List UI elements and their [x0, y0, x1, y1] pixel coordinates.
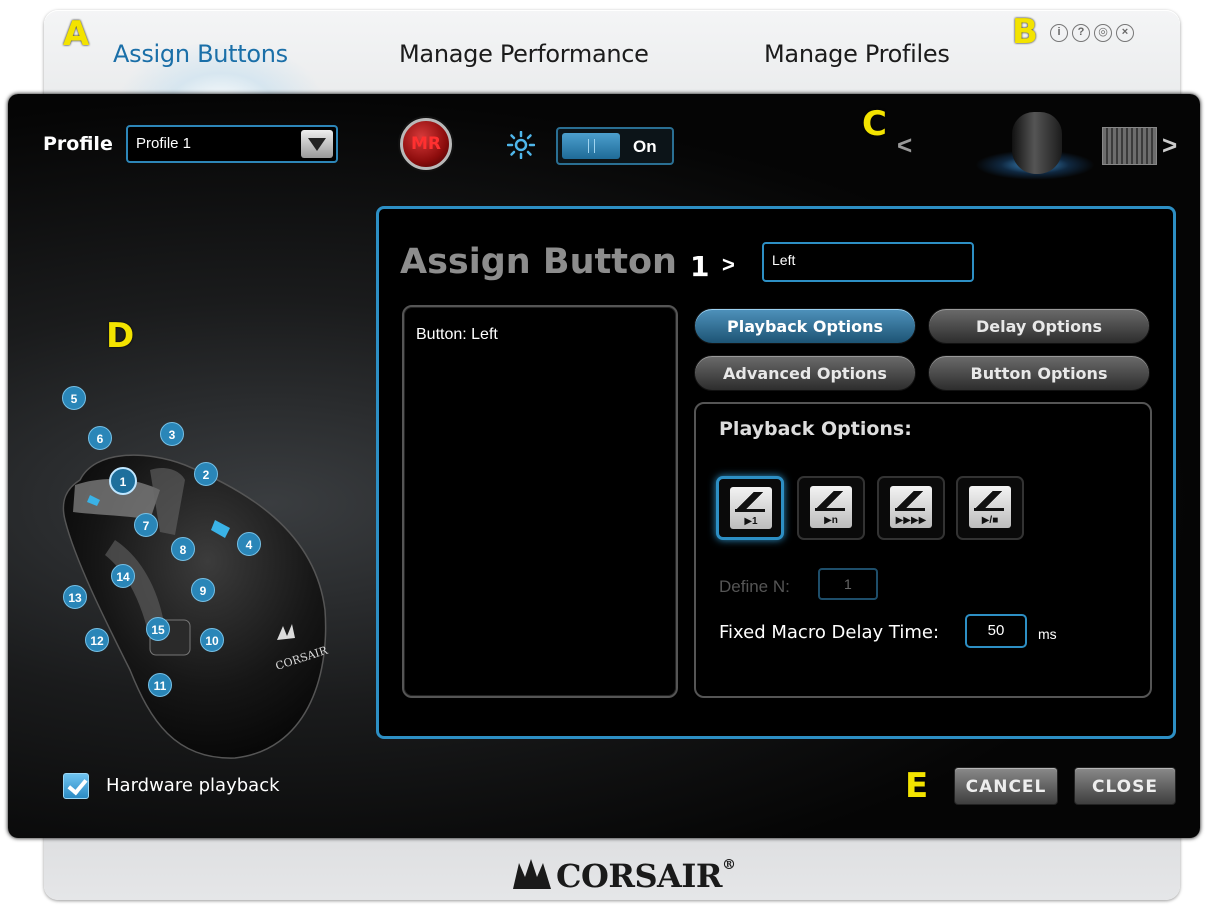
callout-e: E — [905, 766, 929, 806]
tab-manage-performance[interactable]: Manage Performance — [399, 40, 649, 68]
profile-label: Profile — [43, 133, 113, 155]
mouse-button-5[interactable]: 5 — [62, 386, 86, 410]
callout-b: B — [1012, 12, 1038, 52]
help-icon[interactable]: ? — [1072, 24, 1090, 42]
mouse-button-15[interactable]: 15 — [146, 617, 170, 641]
tab-delay-options[interactable]: Delay Options — [928, 308, 1150, 344]
mouse-button-3[interactable]: 3 — [160, 422, 184, 446]
toggle-label: On — [633, 137, 657, 156]
assignment-list[interactable]: Button: Left — [402, 305, 678, 698]
lighting-icon — [507, 131, 535, 159]
fixed-delay-input[interactable]: 50 — [965, 614, 1027, 648]
cancel-button[interactable]: CANCEL — [954, 767, 1058, 805]
toggle-knob[interactable] — [562, 133, 620, 159]
playback-options-panel — [694, 402, 1152, 698]
mouse-button-2[interactable]: 2 — [194, 462, 218, 486]
callout-d: D — [106, 316, 135, 356]
mouse-button-6[interactable]: 6 — [88, 426, 112, 450]
play-n-times-icon[interactable]: ▶n — [797, 476, 865, 540]
mouse-button-13[interactable]: 13 — [63, 585, 87, 609]
close-icon[interactable]: × — [1116, 24, 1134, 42]
window-controls: i ? ◎ × — [1050, 24, 1134, 42]
tab-playback-options[interactable]: Playback Options — [694, 308, 916, 344]
chevron-right-icon: > — [722, 252, 735, 277]
brand-name: CORSAIR — [556, 857, 722, 895]
device-keyboard-icon[interactable] — [1102, 127, 1157, 165]
mouse-button-14[interactable]: 14 — [111, 564, 135, 588]
play-once-glyph: ▶1 — [730, 487, 772, 529]
lighting-toggle[interactable]: On — [556, 127, 674, 165]
chevron-down-icon[interactable] — [301, 130, 333, 158]
play-repeat-icon[interactable]: ▶▶▶▶ — [877, 476, 945, 540]
mouse-button-4[interactable]: 4 — [237, 532, 261, 556]
mouse-button-12[interactable]: 12 — [85, 628, 109, 652]
callout-a: A — [63, 14, 90, 54]
brand-mark: ® — [721, 857, 736, 873]
tab-assign-buttons[interactable]: Assign Buttons — [113, 40, 288, 68]
assign-button-number: 1 — [690, 250, 710, 283]
device-next-button[interactable]: > — [1162, 130, 1177, 161]
play-once-label: ▶1 — [744, 516, 758, 527]
mouse-button-11[interactable]: 11 — [148, 673, 172, 697]
profile-select-value: Profile 1 — [136, 135, 192, 152]
corsair-sails-logo — [513, 859, 551, 889]
play-once-icon[interactable]: ▶1 — [716, 476, 784, 540]
mouse-button-7[interactable]: 7 — [134, 513, 158, 537]
mouse-button-9[interactable]: 9 — [191, 578, 215, 602]
playback-options-title: Playback Options: — [719, 418, 912, 440]
play-toggle-glyph: ▶/■ — [969, 486, 1011, 528]
list-item[interactable]: Button: Left — [416, 326, 498, 344]
play-n-times-glyph: ▶n — [810, 486, 852, 528]
brand-logo: CORSAIR® — [556, 857, 736, 895]
define-n-label: Define N: — [719, 577, 790, 596]
assign-title: Assign Button — [400, 242, 677, 282]
mouse-button-1[interactable]: 1 — [109, 467, 137, 495]
info-icon[interactable]: i — [1050, 24, 1068, 42]
close-button[interactable]: CLOSE — [1074, 767, 1176, 805]
tab-button-options[interactable]: Button Options — [928, 355, 1150, 391]
define-n-input[interactable]: 1 — [818, 568, 878, 600]
fixed-delay-unit: ms — [1038, 626, 1057, 642]
profile-select[interactable]: Profile 1 — [126, 125, 338, 163]
hardware-playback-label: Hardware playback — [106, 775, 280, 796]
tab-manage-profiles[interactable]: Manage Profiles — [764, 40, 950, 68]
play-n-times-label: ▶n — [824, 515, 838, 526]
mouse-button-10[interactable]: 10 — [200, 628, 224, 652]
macro-record-button[interactable]: MR — [400, 118, 452, 170]
hardware-playback-checkbox[interactable] — [63, 773, 89, 799]
play-toggle-label: ▶/■ — [981, 515, 999, 526]
play-toggle-icon[interactable]: ▶/■ — [956, 476, 1024, 540]
globe-icon[interactable]: ◎ — [1094, 24, 1112, 42]
mouse-button-8[interactable]: 8 — [171, 537, 195, 561]
tab-advanced-options[interactable]: Advanced Options — [694, 355, 916, 391]
button-name-input[interactable]: Left — [762, 242, 974, 282]
fixed-delay-label: Fixed Macro Delay Time: — [719, 622, 940, 643]
callout-c: C — [862, 104, 887, 144]
device-mouse-icon[interactable] — [1012, 112, 1062, 174]
play-repeat-glyph: ▶▶▶▶ — [890, 486, 932, 528]
device-prev-button[interactable]: < — [897, 130, 912, 161]
play-repeat-label: ▶▶▶▶ — [895, 515, 927, 526]
